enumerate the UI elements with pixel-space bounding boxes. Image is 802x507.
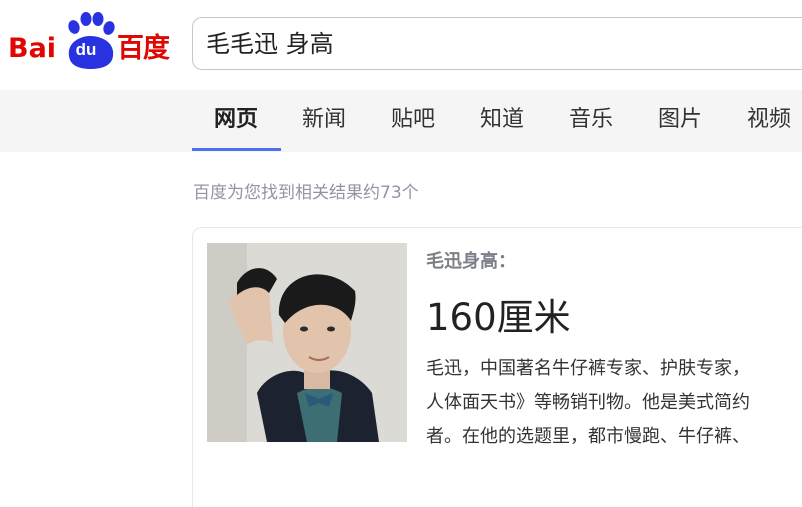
baidu-logo[interactable]: Bai du 百度 <box>8 12 183 72</box>
tab-news[interactable]: 新闻 <box>302 90 346 152</box>
tab-video[interactable]: 视频 <box>747 90 791 152</box>
tab-tieba[interactable]: 贴吧 <box>391 90 435 152</box>
tab-webpage[interactable]: 网页 <box>214 90 258 152</box>
baidu-paw-logo-icon: du <box>63 12 119 70</box>
search-box <box>192 17 802 70</box>
result-count: 百度为您找到相关结果约73个 <box>193 183 419 203</box>
person-photo-icon[interactable] <box>207 243 407 442</box>
logo-text-bai: Bai <box>8 33 57 64</box>
logo-text-du: du <box>75 40 97 59</box>
answer-description-line: 者。在他的选题里，都市慢跑、牛仔裤、 <box>426 426 750 447</box>
tab-images[interactable]: 图片 <box>658 90 702 152</box>
header: Bai du 百度 <box>0 0 802 90</box>
answer-value: 160厘米 <box>426 296 571 339</box>
active-tab-indicator <box>192 148 281 151</box>
search-input[interactable] <box>206 28 796 60</box>
answer-description-line: 毛迅，中国著名牛仔裤专家、护肤专家， <box>426 358 750 379</box>
logo-text-cn: 百度 <box>117 33 170 64</box>
answer-description-line: 人体面天书》等畅销刊物。他是美式简约 <box>426 392 750 413</box>
tab-music[interactable]: 音乐 <box>569 90 613 152</box>
answer-label: 毛迅身高： <box>426 251 516 272</box>
tabs-bar: 网页 新闻 贴吧 知道 音乐 图片 视频 <box>0 90 802 152</box>
tab-zhidao[interactable]: 知道 <box>480 90 524 152</box>
